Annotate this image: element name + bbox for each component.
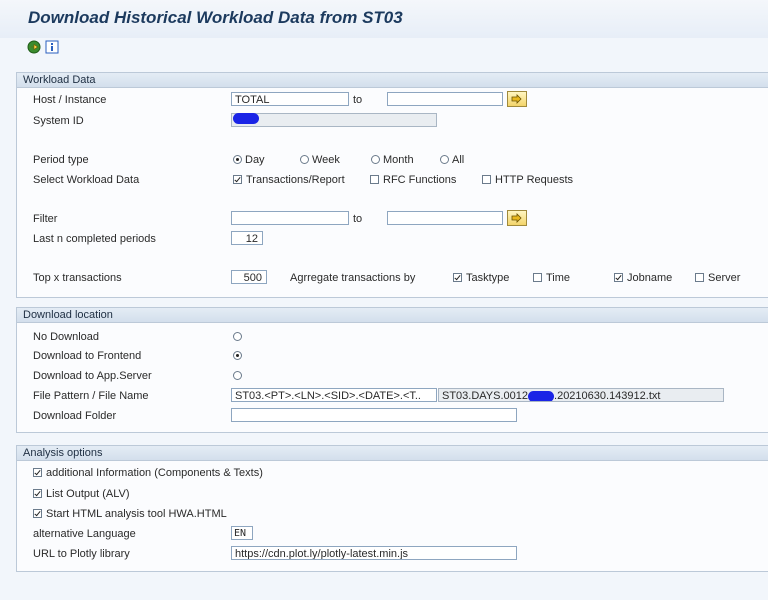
- rfc-functions-label: RFC Functions: [383, 174, 457, 186]
- period-month-label: Month: [383, 154, 414, 166]
- redaction-mark: [233, 113, 259, 124]
- host-from-input[interactable]: TOTAL: [231, 92, 349, 106]
- system-id-label: System ID: [33, 115, 84, 127]
- aggregate-time-checkbox[interactable]: [533, 273, 542, 282]
- period-day-radio[interactable]: [233, 155, 242, 164]
- download-location-header: Download location: [17, 308, 768, 323]
- info-icon[interactable]: [45, 40, 59, 54]
- aggregate-jobname-checkbox[interactable]: [614, 273, 623, 282]
- list-output-label: List Output (ALV): [46, 488, 130, 500]
- file-pattern-label: File Pattern / File Name: [33, 390, 149, 402]
- aggregate-server-label: Server: [708, 272, 741, 284]
- execute-icon[interactable]: [27, 40, 41, 54]
- filter-multiple-selection-button[interactable]: [507, 210, 527, 226]
- transactions-report-checkbox[interactable]: [233, 175, 242, 184]
- host-to-input[interactable]: [387, 92, 503, 106]
- page-title: Download Historical Workload Data from S…: [28, 8, 403, 27]
- top-x-transactions-input[interactable]: 500: [231, 270, 267, 284]
- additional-info-checkbox[interactable]: [33, 468, 42, 477]
- period-all-radio[interactable]: [440, 155, 449, 164]
- alt-language-input[interactable]: EN: [231, 526, 253, 540]
- plotly-url-input[interactable]: https://cdn.plot.ly/plotly-latest.min.js: [231, 546, 517, 560]
- html-analysis-checkbox[interactable]: [33, 509, 42, 518]
- filter-label: Filter: [33, 213, 58, 225]
- rfc-functions-checkbox[interactable]: [370, 175, 379, 184]
- html-analysis-label: Start HTML analysis tool HWA.HTML: [46, 508, 227, 520]
- system-id-field: [231, 113, 437, 127]
- download-folder-input[interactable]: [231, 408, 517, 422]
- file-name-field: ST03.DAYS.0012 .20210630.143912.txt: [438, 388, 724, 402]
- no-download-radio[interactable]: [233, 332, 242, 341]
- file-name-suffix: .20210630.143912.txt: [554, 390, 661, 402]
- workload-data-group: Workload Data Host / Instance TOTAL to S…: [16, 72, 768, 298]
- multiple-selection-button[interactable]: [507, 91, 527, 107]
- period-week-label: Week: [312, 154, 340, 166]
- title-bar: Download Historical Workload Data from S…: [0, 0, 768, 38]
- file-pattern-input[interactable]: ST03.<PT>.<LN>.<SID>.<DATE>.<T..: [231, 388, 437, 402]
- aggregate-server-checkbox[interactable]: [695, 273, 704, 282]
- download-appserver-label: Download to App.Server: [33, 370, 152, 382]
- analysis-options-group: Analysis options additional Information …: [16, 445, 768, 572]
- analysis-options-header: Analysis options: [17, 446, 768, 461]
- last-n-periods-label: Last n completed periods: [33, 233, 156, 245]
- host-to-label: to: [353, 94, 363, 106]
- redaction-mark: [528, 390, 555, 401]
- download-frontend-label: Download to Frontend: [33, 350, 142, 362]
- filter-to-label: to: [353, 213, 363, 225]
- select-workload-label: Select Workload Data: [33, 174, 140, 186]
- period-week-radio[interactable]: [300, 155, 309, 164]
- alt-language-label: alternative Language: [33, 528, 136, 540]
- http-requests-checkbox[interactable]: [482, 175, 491, 184]
- host-instance-label: Host / Instance: [33, 94, 107, 106]
- aggregate-tasktype-label: Tasktype: [466, 272, 510, 284]
- plotly-url-label: URL to Plotly library: [33, 548, 130, 560]
- toolbar: [0, 38, 768, 60]
- no-download-label: No Download: [33, 331, 100, 343]
- file-name-prefix: ST03.DAYS.0012: [442, 390, 529, 402]
- additional-info-label: additional Information (Components & Tex…: [46, 467, 263, 479]
- period-type-label: Period type: [33, 154, 89, 166]
- filter-to-input[interactable]: [387, 211, 503, 225]
- list-output-checkbox[interactable]: [33, 489, 42, 498]
- http-requests-label: HTTP Requests: [495, 174, 574, 186]
- download-appserver-radio[interactable]: [233, 371, 242, 380]
- download-frontend-radio[interactable]: [233, 351, 242, 360]
- top-x-transactions-label: Top x transactions: [33, 272, 122, 284]
- aggregate-tasktype-checkbox[interactable]: [453, 273, 462, 282]
- download-folder-label: Download Folder: [33, 410, 117, 422]
- period-month-radio[interactable]: [371, 155, 380, 164]
- aggregate-time-label: Time: [546, 272, 571, 284]
- download-location-group: Download location No Download Download t…: [16, 307, 768, 433]
- period-all-label: All: [452, 154, 465, 166]
- aggregate-jobname-label: Jobname: [627, 272, 673, 284]
- transactions-report-label: Transactions/Report: [246, 174, 345, 186]
- workload-data-header: Workload Data: [17, 73, 768, 88]
- arrow-right-icon: [511, 94, 522, 104]
- period-day-label: Day: [245, 154, 265, 166]
- last-n-periods-input[interactable]: 12: [231, 231, 263, 245]
- arrow-right-icon: [511, 213, 522, 223]
- aggregate-label: Agrregate transactions by: [290, 272, 416, 284]
- filter-from-input[interactable]: [231, 211, 349, 225]
